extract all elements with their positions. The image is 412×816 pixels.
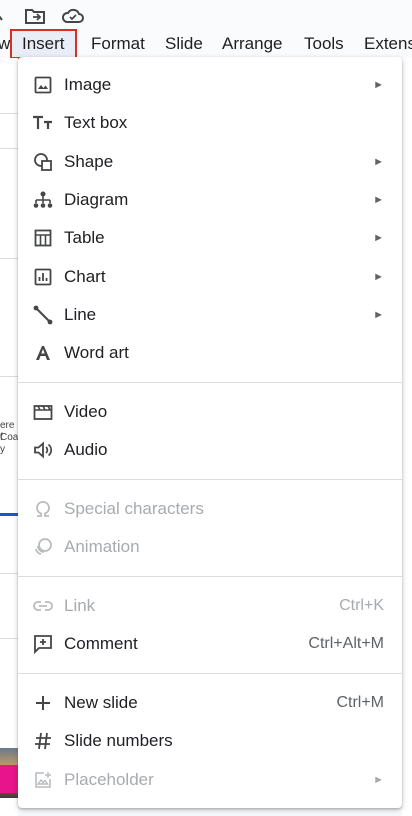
video-icon xyxy=(32,401,54,423)
submenu-arrow-icon: ► xyxy=(373,79,384,91)
menu-view[interactable]: w xyxy=(0,30,10,58)
menu-item-line[interactable]: Line ► xyxy=(18,296,402,334)
menu-format[interactable]: Format xyxy=(91,30,145,58)
submenu-arrow-icon: ► xyxy=(373,232,384,244)
menu-item-label: Chart xyxy=(64,267,106,286)
menu-item-new-slide[interactable]: New slide Ctrl+M xyxy=(18,684,402,722)
move-to-folder-icon[interactable] xyxy=(24,6,46,26)
link-icon xyxy=(32,595,54,617)
menu-item-word-art[interactable]: Word art xyxy=(18,334,402,372)
menu-item-animation[interactable]: Animation xyxy=(18,528,402,566)
menu-item-label: Placeholder xyxy=(64,770,154,789)
star-icon[interactable] xyxy=(0,6,16,26)
toolbar-strip xyxy=(0,0,412,30)
thumbnail-text: Coas xyxy=(0,432,18,443)
menu-item-slide-numbers[interactable]: Slide numbers xyxy=(18,722,402,760)
menu-item-label: Link xyxy=(64,596,96,615)
menu-item-video[interactable]: Video xyxy=(18,393,402,431)
submenu-arrow-icon: ► xyxy=(373,194,384,206)
plus-icon xyxy=(32,692,54,714)
menu-separator xyxy=(18,673,402,674)
menu-item-image[interactable]: Image ► xyxy=(18,66,402,104)
menu-insert[interactable]: Insert xyxy=(10,29,77,59)
menu-item-table[interactable]: Table ► xyxy=(18,219,402,257)
menu-item-comment[interactable]: Comment Ctrl+Alt+M xyxy=(18,625,402,663)
menu-item-audio[interactable]: Audio xyxy=(18,431,402,469)
menu-item-shortcut: Ctrl+Alt+M xyxy=(308,635,384,652)
text-box-icon xyxy=(32,112,54,134)
slide-filmstrip[interactable]: ere f Coas y xyxy=(0,58,18,816)
insert-menu: Image ► Text box Shape ► Diagram ► Table… xyxy=(18,57,402,808)
menu-item-label: Table xyxy=(64,228,105,247)
diagram-icon xyxy=(32,189,54,211)
shape-icon xyxy=(32,151,54,173)
submenu-arrow-icon: ► xyxy=(373,774,384,786)
submenu-arrow-icon: ► xyxy=(373,271,384,283)
menu-item-text-box[interactable]: Text box xyxy=(18,104,402,142)
menu-item-label: Shape xyxy=(64,152,114,171)
menu-item-label: Animation xyxy=(64,537,140,556)
menu-item-label: Image xyxy=(64,75,112,94)
chart-icon xyxy=(32,266,54,288)
slide-thumbnail-accent xyxy=(0,765,18,793)
menu-arrange[interactable]: Arrange xyxy=(222,30,282,58)
table-icon xyxy=(32,227,54,249)
menu-separator xyxy=(18,576,402,577)
line-icon xyxy=(32,304,54,326)
cloud-saved-icon[interactable] xyxy=(61,6,84,26)
menu-item-shape[interactable]: Shape ► xyxy=(18,143,402,181)
comment-icon xyxy=(32,633,54,655)
omega-icon xyxy=(32,498,54,520)
menu-item-label: Word art xyxy=(64,343,129,362)
menu-tools[interactable]: Tools xyxy=(304,30,344,58)
animation-icon xyxy=(32,536,54,558)
submenu-arrow-icon: ► xyxy=(373,309,384,321)
menu-item-label: Text box xyxy=(64,113,128,132)
menu-item-shortcut: Ctrl+M xyxy=(336,694,384,711)
menu-item-placeholder[interactable]: Placeholder ► xyxy=(18,761,402,799)
menu-item-label: Special characters xyxy=(64,499,204,518)
menu-item-label: Slide numbers xyxy=(64,731,173,750)
menu-item-diagram[interactable]: Diagram ► xyxy=(18,181,402,219)
menu-item-chart[interactable]: Chart ► xyxy=(18,258,402,296)
menu-separator xyxy=(18,479,402,480)
canvas-edge xyxy=(402,58,412,816)
menu-slide[interactable]: Slide xyxy=(165,30,203,58)
hash-icon xyxy=(32,730,54,752)
placeholder-icon xyxy=(32,769,54,791)
menu-item-label: Diagram xyxy=(64,190,129,209)
menu-separator xyxy=(18,382,402,383)
submenu-arrow-icon: ► xyxy=(373,156,384,168)
word-art-icon xyxy=(32,342,54,364)
audio-icon xyxy=(32,439,54,461)
menubar: w Insert Format Slide Arrange Tools Exte… xyxy=(0,29,412,59)
menu-item-special-characters[interactable]: Special characters xyxy=(18,490,402,528)
menu-item-label: Comment xyxy=(64,634,138,653)
menu-item-label: Video xyxy=(64,402,108,421)
menu-item-shortcut: Ctrl+K xyxy=(339,597,384,614)
thumbnail-text: y xyxy=(0,444,5,455)
menu-item-label: Audio xyxy=(64,440,108,459)
menu-item-link[interactable]: Link Ctrl+K xyxy=(18,587,402,625)
menu-item-label: New slide xyxy=(64,693,138,712)
menu-extensions[interactable]: Extens xyxy=(364,30,412,58)
image-icon xyxy=(32,74,54,96)
menu-item-label: Line xyxy=(64,305,97,324)
